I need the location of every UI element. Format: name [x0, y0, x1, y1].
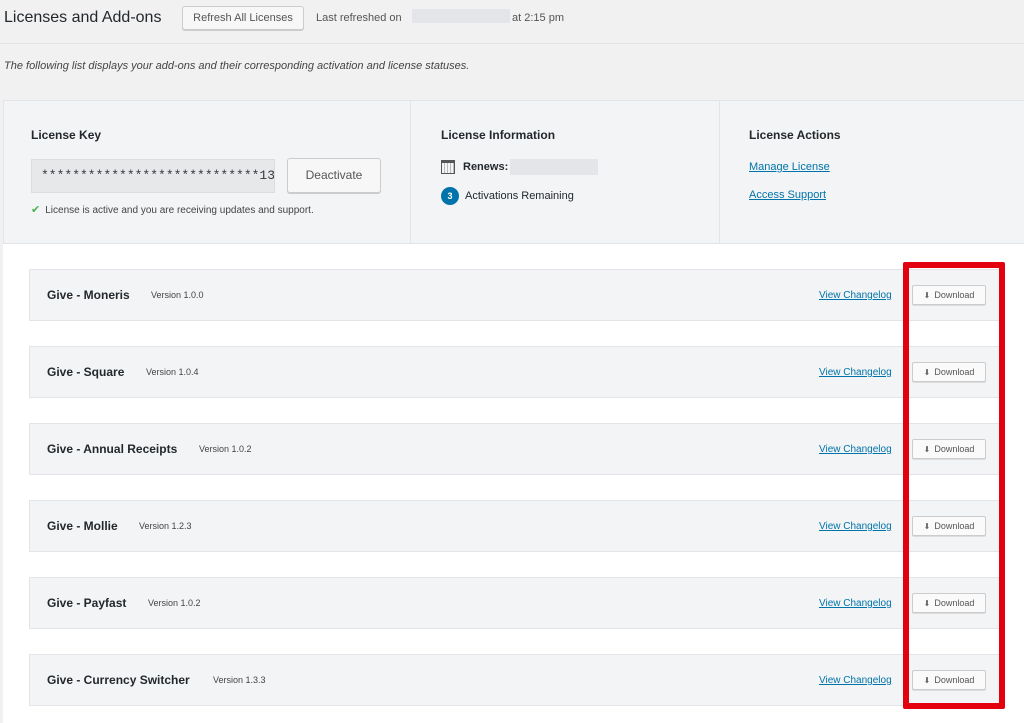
- addon-version: Version 1.0.2: [199, 444, 252, 454]
- deactivate-button[interactable]: Deactivate: [287, 158, 381, 193]
- download-label: Download: [934, 367, 975, 377]
- activations-row: 3 Activations Remaining: [441, 187, 574, 205]
- page-header: Licenses and Add-ons Refresh All License…: [0, 0, 1024, 44]
- download-button[interactable]: ⬇ Download: [912, 593, 986, 613]
- download-label: Download: [934, 290, 975, 300]
- addon-name: Give - Mollie: [47, 519, 118, 533]
- addons-list: Give - Moneris Version 1.0.0 View Change…: [3, 244, 1024, 723]
- download-icon: ⬇: [923, 521, 931, 531]
- calendar-icon: [441, 160, 455, 174]
- renews-row: Renews:: [441, 159, 599, 175]
- download-icon: ⬇: [923, 367, 931, 377]
- addon-version: Version 1.0.2: [148, 598, 201, 608]
- license-key-field[interactable]: ****************************137b4: [31, 159, 275, 193]
- download-button[interactable]: ⬇ Download: [912, 285, 986, 305]
- download-button[interactable]: ⬇ Download: [912, 516, 986, 536]
- download-icon: ⬇: [923, 444, 931, 454]
- addon-row: Give - Annual Receipts Version 1.0.2 Vie…: [29, 423, 1001, 475]
- addon-name: Give - Payfast: [47, 596, 127, 610]
- download-label: Download: [934, 444, 975, 454]
- download-icon: ⬇: [923, 290, 931, 300]
- addon-name: Give - Currency Switcher: [47, 673, 190, 687]
- license-information-heading: License Information: [441, 128, 556, 142]
- license-information-section: License Information Renews: 3 Activation…: [411, 101, 720, 243]
- last-refreshed-time: at 2:15 pm: [512, 12, 564, 24]
- refresh-all-licenses-button[interactable]: Refresh All Licenses: [182, 6, 304, 30]
- intro-text: The following list displays your add-ons…: [4, 60, 470, 72]
- license-actions-heading: License Actions: [749, 128, 841, 142]
- download-icon: ⬇: [923, 598, 931, 608]
- license-status-text: License is active and you are receiving …: [45, 205, 314, 216]
- download-icon: ⬇: [923, 675, 931, 685]
- access-support-link[interactable]: Access Support: [749, 189, 826, 201]
- license-actions-section: License Actions Manage License Access Su…: [720, 101, 1024, 243]
- download-button[interactable]: ⬇ Download: [912, 439, 986, 459]
- addon-name: Give - Moneris: [47, 288, 130, 302]
- renews-label: Renews:: [463, 161, 509, 173]
- manage-license-link[interactable]: Manage License: [749, 161, 830, 173]
- addon-name: Give - Square: [47, 365, 125, 379]
- addon-version: Version 1.3.3: [213, 675, 266, 685]
- view-changelog-link[interactable]: View Changelog: [819, 444, 892, 455]
- addon-version: Version 1.0.0: [151, 290, 204, 300]
- redacted-date: [412, 9, 510, 23]
- checkmark-icon: ✔: [31, 204, 41, 216]
- addon-row: Give - Mollie Version 1.2.3 View Changel…: [29, 500, 1001, 552]
- download-button[interactable]: ⬇ Download: [912, 670, 986, 690]
- view-changelog-link[interactable]: View Changelog: [819, 675, 892, 686]
- page-title: Licenses and Add-ons: [4, 9, 162, 26]
- addon-row: Give - Currency Switcher Version 1.3.3 V…: [29, 654, 1001, 706]
- activations-count-badge: 3: [441, 187, 459, 205]
- addon-version: Version 1.2.3: [139, 521, 192, 531]
- download-label: Download: [934, 675, 975, 685]
- last-refreshed-label: Last refreshed on: [316, 12, 402, 24]
- view-changelog-link[interactable]: View Changelog: [819, 598, 892, 609]
- activations-text: Activations Remaining: [465, 190, 574, 202]
- download-label: Download: [934, 598, 975, 608]
- view-changelog-link[interactable]: View Changelog: [819, 521, 892, 532]
- license-key-section: License Key ****************************…: [4, 101, 411, 243]
- view-changelog-link[interactable]: View Changelog: [819, 290, 892, 301]
- license-status: ✔ License is active and you are receiving…: [31, 203, 314, 216]
- addon-row: Give - Moneris Version 1.0.0 View Change…: [29, 269, 1001, 321]
- addon-version: Version 1.0.4: [146, 367, 199, 377]
- license-key-heading: License Key: [31, 128, 102, 142]
- addon-name: Give - Annual Receipts: [47, 442, 178, 456]
- download-label: Download: [934, 521, 975, 531]
- view-changelog-link[interactable]: View Changelog: [819, 367, 892, 378]
- download-button[interactable]: ⬇ Download: [912, 362, 986, 382]
- redacted-renewal-date: [510, 159, 599, 175]
- license-panel: License Key ****************************…: [3, 100, 1024, 244]
- addon-row: Give - Payfast Version 1.0.2 View Change…: [29, 577, 1001, 629]
- addon-row: Give - Square Version 1.0.4 View Changel…: [29, 346, 1001, 398]
